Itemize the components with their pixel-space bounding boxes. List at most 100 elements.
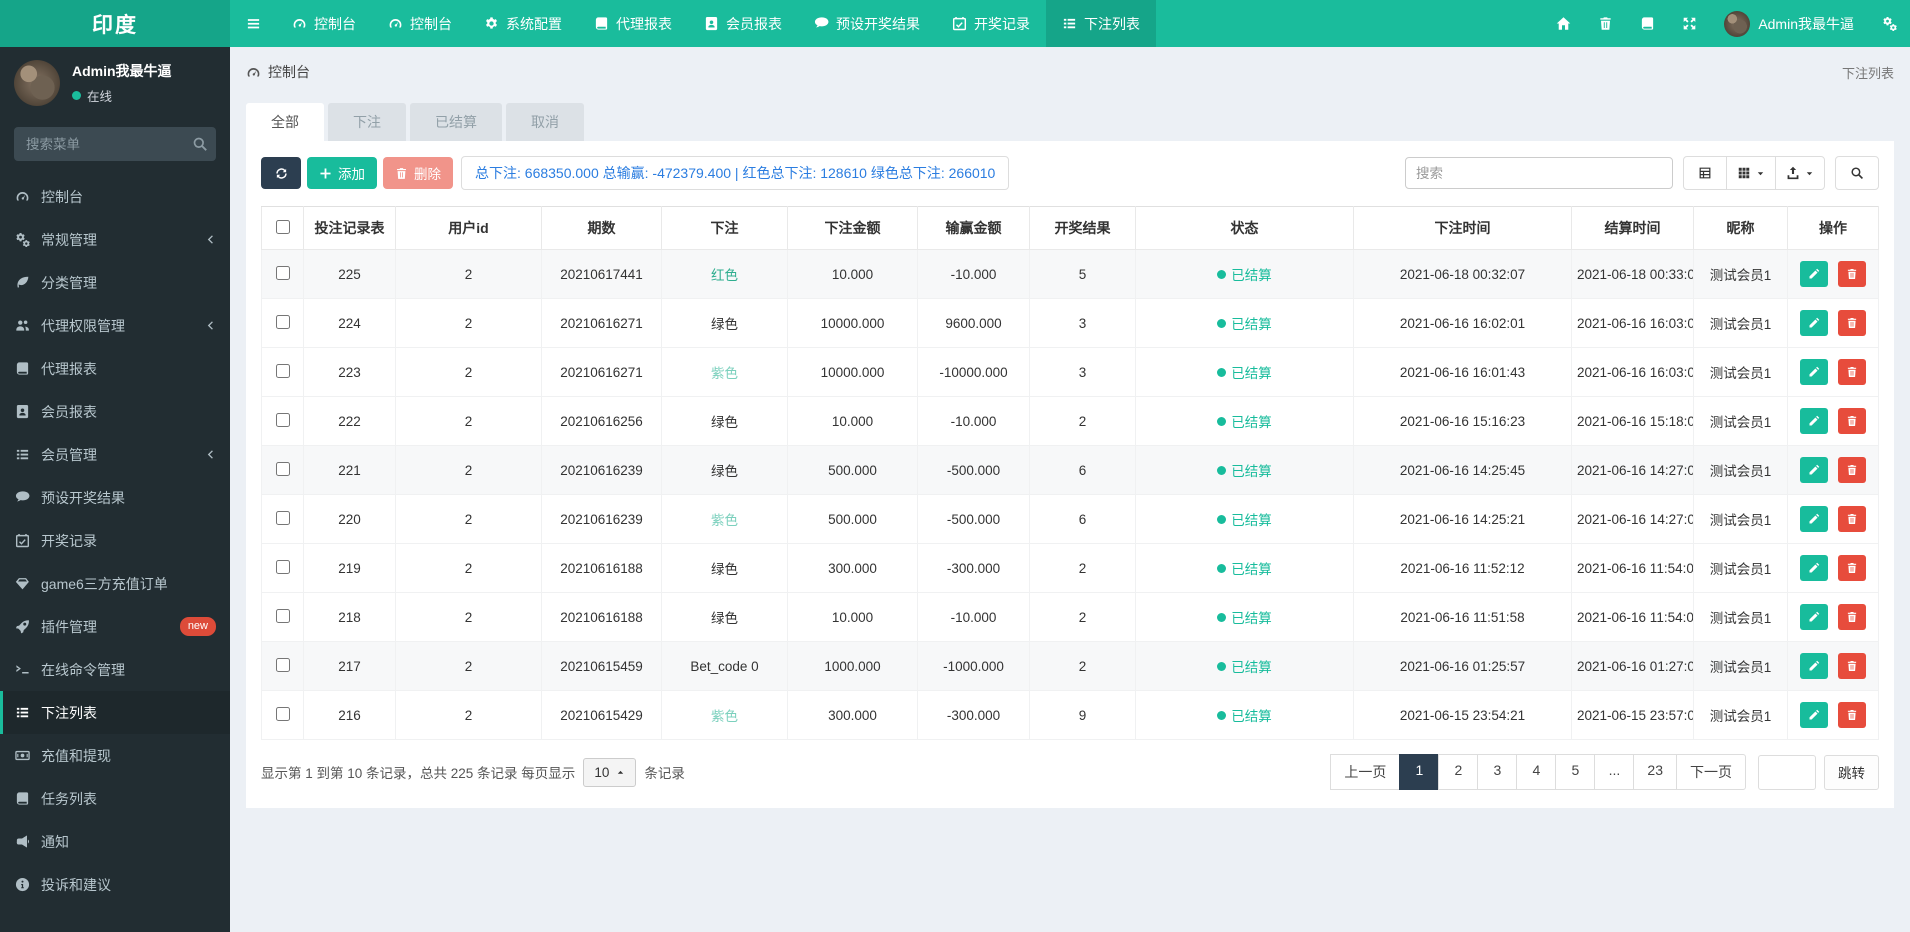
sidebar-item[interactable]: 代理权限管理 — [0, 304, 230, 347]
row-delete-button[interactable] — [1837, 555, 1866, 581]
tab[interactable]: 已结算 — [410, 103, 502, 141]
sidebar-item[interactable]: 在线命令管理 — [0, 648, 230, 691]
navbar-item[interactable]: 控制台 — [372, 0, 468, 47]
navbar-item[interactable]: 下注列表 — [1046, 0, 1156, 47]
edit-button[interactable] — [1800, 457, 1829, 483]
sidebar-item[interactable]: 会员报表 — [0, 390, 230, 433]
cell-bet: 绿色 — [711, 562, 738, 577]
brand-logo[interactable]: 印度 — [0, 0, 230, 47]
sidebar-search-input[interactable] — [14, 127, 216, 161]
pagination-page[interactable]: 23 — [1633, 754, 1677, 790]
jump-button[interactable]: 跳转 — [1824, 754, 1879, 790]
pagination-page[interactable]: 4 — [1516, 754, 1557, 790]
navbar-item[interactable]: 系统配置 — [468, 0, 578, 47]
pagination-page[interactable]: 1 — [1399, 754, 1440, 790]
detail-view-button[interactable] — [1683, 156, 1727, 190]
jump-page-input[interactable] — [1758, 754, 1816, 790]
sidebar-item[interactable]: 插件管理 new — [0, 605, 230, 648]
row-delete-button[interactable] — [1837, 457, 1866, 483]
home-icon — [1556, 16, 1571, 31]
edit-button[interactable] — [1800, 653, 1829, 679]
pagination-page[interactable]: 上一页 — [1330, 754, 1401, 790]
search-button[interactable] — [1835, 156, 1879, 190]
row-checkbox[interactable] — [275, 412, 290, 427]
refresh-button[interactable] — [261, 157, 301, 189]
sidebar-item[interactable]: 通知 — [0, 820, 230, 863]
sidebar-toggle-button[interactable] — [230, 0, 276, 47]
page-size-dropdown[interactable]: 10 — [583, 757, 637, 787]
sidebar-item[interactable]: 下注列表 — [0, 691, 230, 734]
sidebar-item-label: 分类管理 — [41, 274, 97, 291]
navbar-icon-button[interactable] — [1542, 0, 1584, 47]
tab[interactable]: 取消 — [506, 103, 584, 141]
sidebar-item[interactable]: 控制台 — [0, 175, 230, 218]
sidebar-item[interactable]: 分类管理 — [0, 261, 230, 304]
edit-button[interactable] — [1800, 604, 1829, 630]
sidebar-item[interactable]: 投诉和建议 — [0, 863, 230, 906]
row-delete-button[interactable] — [1837, 702, 1866, 728]
row-checkbox[interactable] — [275, 314, 290, 329]
row-delete-button[interactable] — [1837, 310, 1866, 336]
edit-button[interactable] — [1800, 702, 1829, 728]
sidebar-item[interactable]: 充值和提现 — [0, 734, 230, 777]
tab[interactable]: 全部 — [246, 103, 324, 141]
pagination-page[interactable]: ... — [1594, 754, 1635, 790]
row-checkbox[interactable] — [275, 706, 290, 721]
sidebar: Admin我最牛逼 在线 控制台 常规管理 — [0, 47, 230, 932]
columns-button[interactable] — [1726, 156, 1776, 190]
cell-winloss: -300.000 — [917, 543, 1030, 593]
settings-button[interactable] — [1868, 0, 1910, 47]
row-delete-button[interactable] — [1837, 506, 1866, 532]
delete-button[interactable]: 删除 — [383, 157, 453, 189]
user-menu[interactable]: Admin我最牛逼 — [1710, 0, 1868, 47]
pagination-page[interactable]: 2 — [1438, 754, 1479, 790]
row-checkbox[interactable] — [275, 510, 290, 525]
trash-icon — [395, 167, 408, 180]
navbar-item[interactable]: 会员报表 — [688, 0, 798, 47]
navbar-item[interactable]: 控制台 — [276, 0, 372, 47]
row-delete-button[interactable] — [1837, 408, 1866, 434]
table-search-input[interactable] — [1405, 157, 1673, 189]
cell-bet: 红色 — [711, 268, 738, 283]
navbar-item[interactable]: 预设开奖结果 — [798, 0, 936, 47]
edit-button[interactable] — [1800, 359, 1829, 385]
sidebar-item[interactable]: game6三方充值订单 — [0, 562, 230, 605]
edit-button[interactable] — [1800, 261, 1829, 287]
row-delete-button[interactable] — [1837, 604, 1866, 630]
sidebar-item[interactable]: 任务列表 — [0, 777, 230, 820]
sidebar-item[interactable]: 常规管理 — [0, 218, 230, 261]
tab[interactable]: 下注 — [328, 103, 406, 141]
row-delete-button[interactable] — [1837, 261, 1866, 287]
edit-button[interactable] — [1800, 310, 1829, 336]
sidebar-search-button[interactable] — [192, 136, 208, 152]
navbar-icon-button[interactable] — [1626, 0, 1668, 47]
add-button[interactable]: 添加 — [307, 157, 377, 189]
row-checkbox[interactable] — [275, 657, 290, 672]
pagination-page[interactable]: 3 — [1477, 754, 1518, 790]
navbar-item[interactable]: 代理报表 — [578, 0, 688, 47]
sidebar-item[interactable]: 代理报表 — [0, 347, 230, 390]
row-delete-button[interactable] — [1837, 653, 1866, 679]
export-button[interactable] — [1775, 156, 1825, 190]
breadcrumb[interactable]: 控制台 — [246, 62, 310, 82]
row-checkbox[interactable] — [275, 559, 290, 574]
cell-bet-time: 2021-06-16 16:01:43 — [1353, 347, 1572, 397]
pagination-page[interactable]: 下一页 — [1676, 754, 1746, 790]
row-delete-button[interactable] — [1837, 359, 1866, 385]
row-checkbox[interactable] — [275, 461, 290, 476]
navbar-item[interactable]: 开奖记录 — [936, 0, 1046, 47]
sidebar-item[interactable]: 会员管理 — [0, 433, 230, 476]
row-checkbox[interactable] — [275, 363, 290, 378]
navbar-icon-button[interactable] — [1668, 0, 1710, 47]
edit-button[interactable] — [1800, 506, 1829, 532]
row-checkbox[interactable] — [275, 608, 290, 623]
sidebar-item[interactable]: 预设开奖结果 — [0, 476, 230, 519]
row-checkbox[interactable] — [275, 265, 290, 280]
sidebar-item[interactable]: 开奖记录 — [0, 519, 230, 562]
sidebar-menu: 控制台 常规管理 分类管理 代理权限管理 代理报表 会员报表 会员管理 预设开奖… — [0, 175, 230, 906]
pagination-page[interactable]: 5 — [1555, 754, 1596, 790]
edit-button[interactable] — [1800, 555, 1829, 581]
select-all-checkbox[interactable] — [275, 219, 290, 234]
edit-button[interactable] — [1800, 408, 1829, 434]
navbar-icon-button[interactable] — [1584, 0, 1626, 47]
